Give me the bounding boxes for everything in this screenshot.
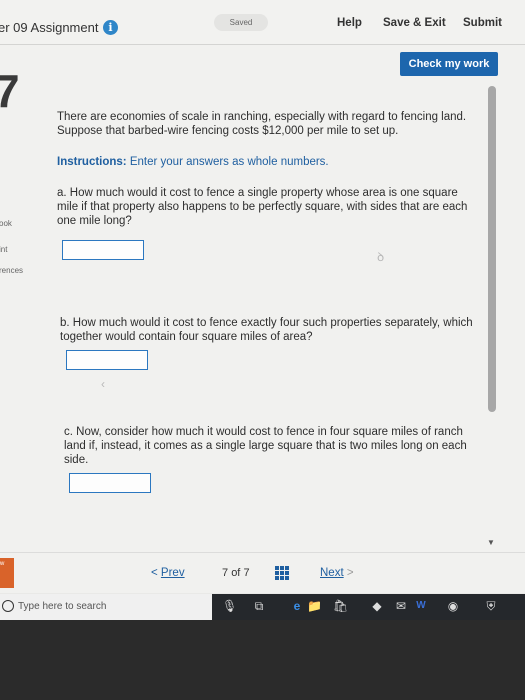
scrollbar-thumb[interactable] — [488, 86, 496, 412]
part-b-text: b. How much would it cost to fence exact… — [60, 317, 473, 343]
taskbar-search-input[interactable]: Type here to search — [18, 601, 106, 612]
word-icon[interactable]: W — [414, 599, 428, 613]
assignment-header: er 09 Assignment i Saved Help Save & Exi… — [0, 0, 525, 45]
footer-side-tab[interactable]: w — [0, 558, 14, 588]
assignment-title: er 09 Assignment — [0, 20, 99, 35]
mail-icon[interactable]: ✉ — [394, 599, 408, 613]
check-my-work-button[interactable]: Check my work — [400, 52, 498, 76]
store-icon[interactable]: 🛍 — [333, 599, 348, 613]
submit-button[interactable]: Submit — [463, 17, 502, 29]
app-icon[interactable]: ◆ — [370, 599, 384, 613]
help-button[interactable]: Help — [337, 17, 362, 29]
instructions: Instructions: Enter your answers as whol… — [57, 155, 487, 169]
next-label: Next — [320, 567, 344, 579]
question-grid-icon[interactable] — [275, 566, 289, 580]
instructions-text: Enter your answers as whole numbers. — [129, 156, 329, 168]
shield-icon[interactable]: ⛨ — [484, 599, 498, 613]
prev-button[interactable]: < Prev — [151, 567, 185, 579]
part-c-answer-input[interactable] — [69, 473, 151, 493]
chevron-right-icon: > — [346, 567, 354, 579]
saved-status-badge: Saved — [214, 14, 268, 31]
task-view-icon[interactable]: ⧉ — [252, 599, 266, 613]
part-a-text: a. How much would it cost to fence a sin… — [57, 187, 468, 227]
part-a-answer-input[interactable] — [62, 240, 144, 260]
save-exit-button[interactable]: Save & Exit — [383, 17, 446, 29]
question-intro: There are economies of scale in ranching… — [57, 111, 467, 137]
prev-label: Prev — [160, 567, 185, 579]
next-button[interactable]: Next > — [320, 567, 354, 579]
side-link-print[interactable]: int — [0, 245, 7, 254]
of-label: of — [231, 567, 241, 579]
part-b-answer-input[interactable] — [66, 350, 148, 370]
search-icon — [2, 600, 14, 612]
answer-cursor-mark: ꝺ — [377, 250, 385, 264]
question-nav-footer — [0, 552, 525, 593]
chrome-icon[interactable]: ◉ — [446, 599, 460, 613]
file-explorer-icon[interactable]: 📁 — [307, 599, 322, 613]
total-pages: 7 — [243, 567, 250, 579]
question-number: 7 — [0, 65, 20, 117]
instructions-label: Instructions: — [57, 156, 127, 168]
scroll-down-arrow-icon[interactable]: ▼ — [487, 538, 495, 547]
side-link-references[interactable]: rences — [0, 266, 23, 275]
chevron-left-icon: < — [151, 567, 158, 579]
microphone-icon[interactable]: 🎙 — [222, 599, 237, 613]
info-icon[interactable]: i — [103, 20, 118, 35]
current-page: 7 — [222, 567, 229, 579]
part-c-text: c. Now, consider how much it would cost … — [64, 426, 467, 466]
side-link-ebook[interactable]: ook — [0, 219, 12, 228]
edge-browser-icon[interactable]: e — [290, 599, 304, 613]
faint-pen-mark: ‹ — [101, 377, 105, 391]
desk-surface — [0, 620, 525, 700]
page-counter: 7 of 7 — [222, 567, 250, 579]
